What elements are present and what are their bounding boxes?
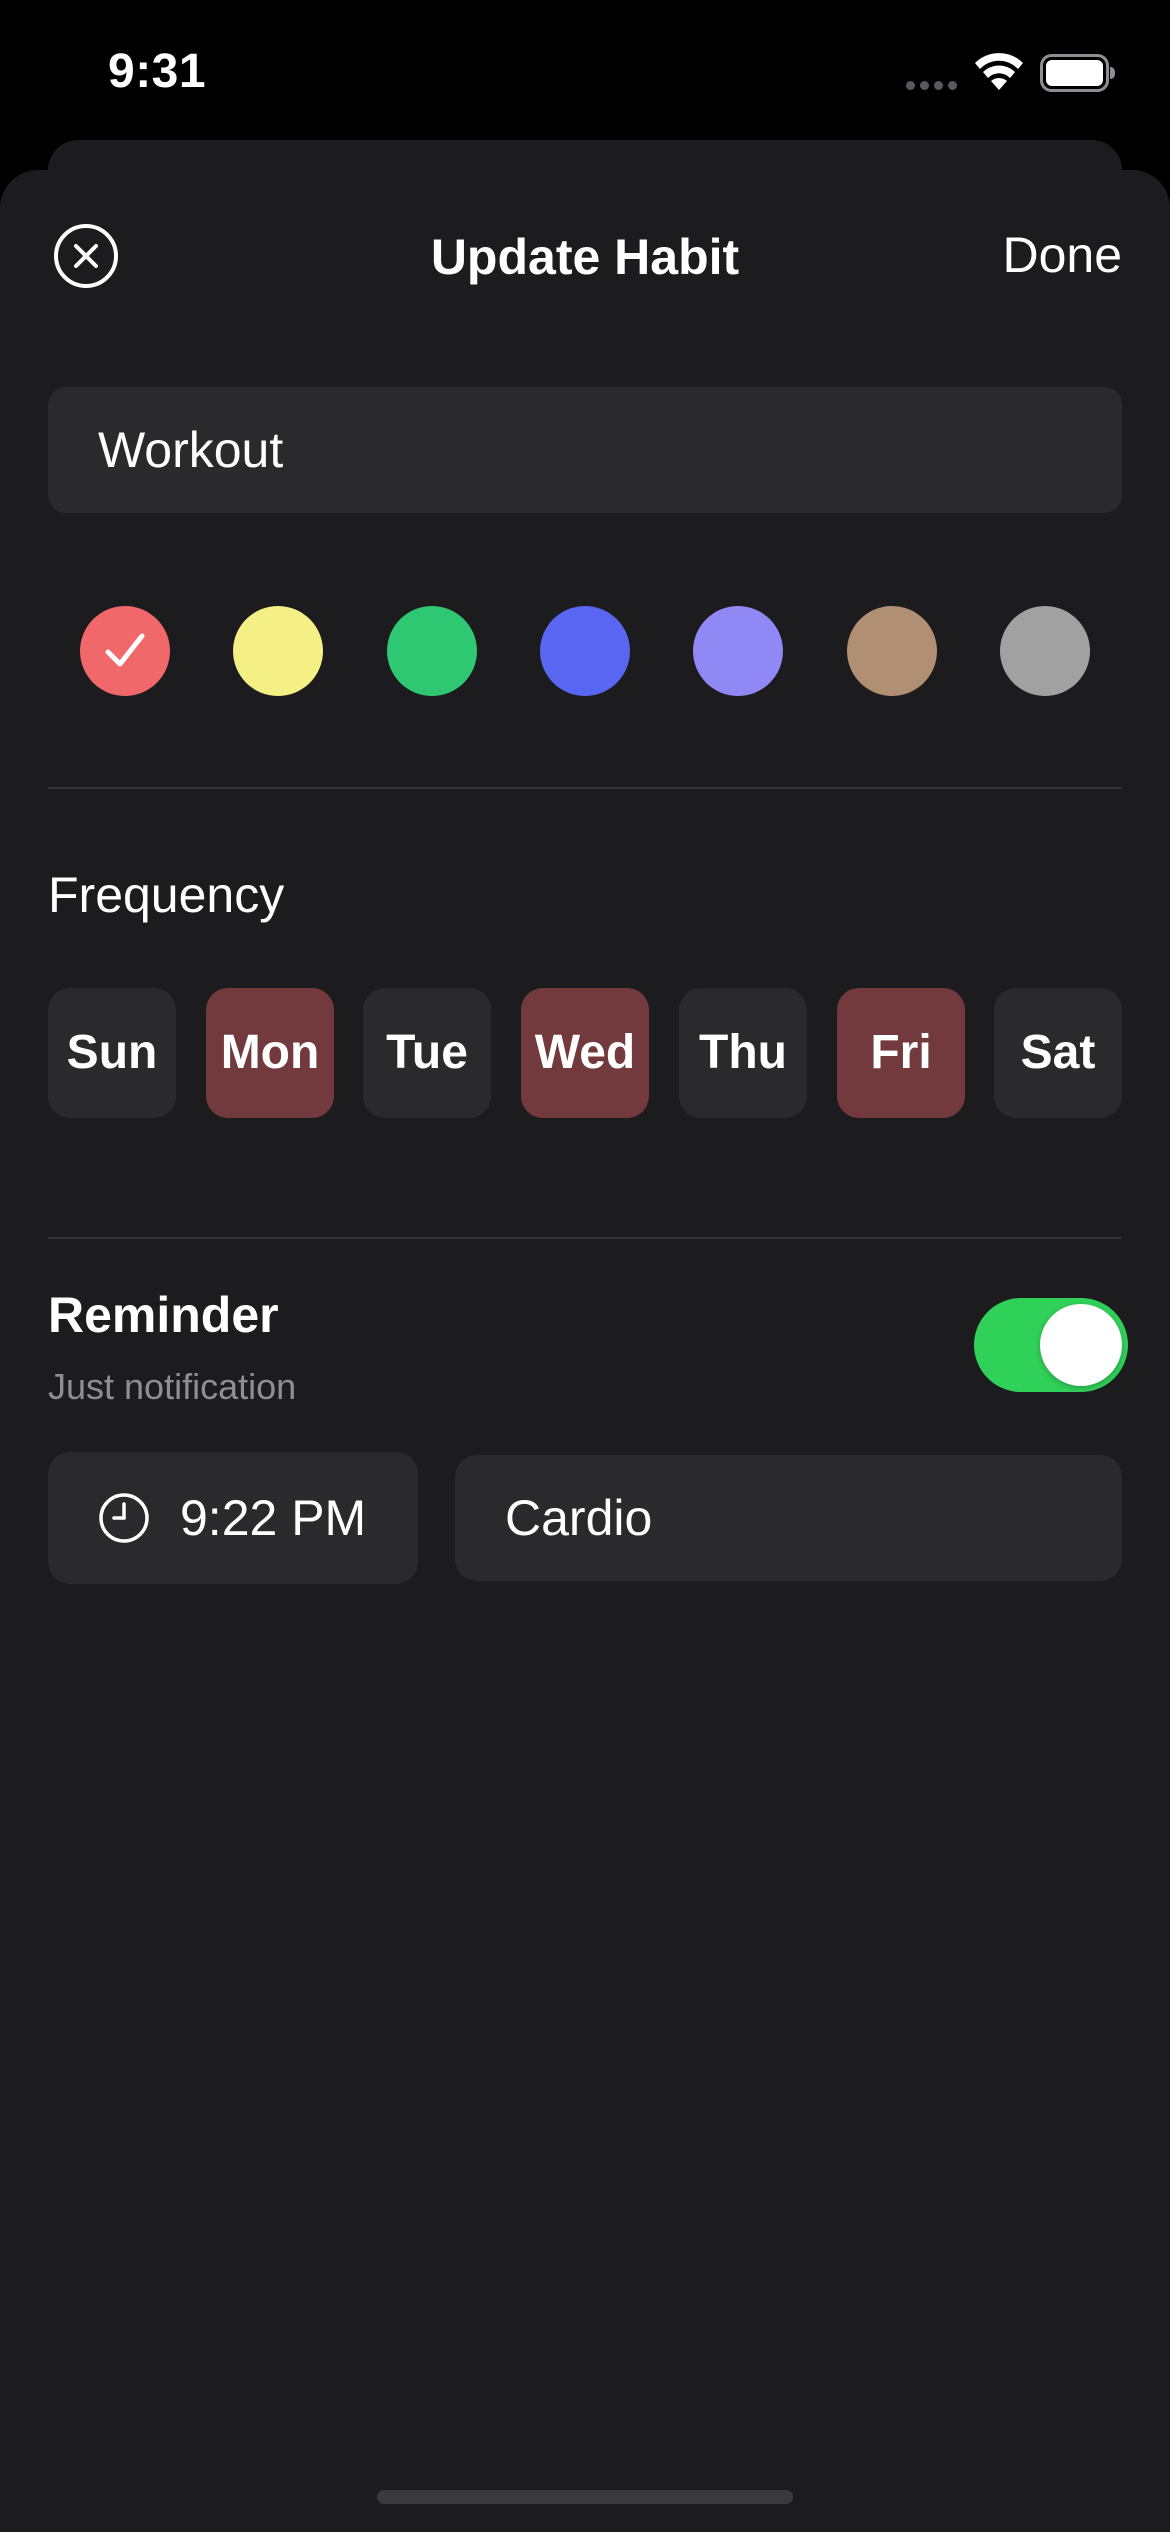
frequency-label: Frequency (48, 867, 285, 923)
reminder-time-button[interactable]: 9:22 PM (48, 1452, 418, 1584)
status-bar: 9:31 (0, 0, 1170, 150)
reminder-time-label: 9:22 PM (180, 1490, 367, 1546)
color-swatch[interactable] (540, 606, 630, 696)
reminder-title: Reminder (48, 1287, 279, 1343)
nav-bar: Update Habit Done (0, 170, 1170, 340)
color-swatch[interactable] (80, 606, 170, 696)
day-chip-thu[interactable]: Thu (679, 988, 807, 1118)
reminder-note-input[interactable]: Cardio (455, 1455, 1122, 1581)
checkmark-icon (105, 633, 145, 667)
toggle-knob (1040, 1304, 1122, 1386)
reminder-subtitle: Just notification (48, 1366, 297, 1407)
day-chip-sat[interactable]: Sat (994, 988, 1122, 1118)
color-swatch[interactable] (693, 606, 783, 696)
divider (48, 787, 1122, 789)
day-chip-tue[interactable]: Tue (363, 988, 491, 1118)
day-chip-fri[interactable]: Fri (837, 988, 965, 1118)
color-swatch[interactable] (387, 606, 477, 696)
home-indicator (377, 2490, 793, 2504)
color-picker (48, 606, 1122, 698)
color-swatch[interactable] (847, 606, 937, 696)
day-chip-mon[interactable]: Mon (206, 988, 334, 1118)
cellular-signal-icon (906, 81, 960, 91)
day-chip-sun[interactable]: Sun (48, 988, 176, 1118)
color-swatch[interactable] (233, 606, 323, 696)
update-habit-sheet: Update Habit Done Workout Frequency Sun M… (0, 170, 1170, 2532)
page-title: Update Habit (430, 229, 740, 285)
battery-icon (1040, 54, 1115, 92)
done-button[interactable]: Done (1002, 226, 1122, 284)
day-chip-wed[interactable]: Wed (521, 988, 649, 1118)
color-swatch[interactable] (1000, 606, 1090, 696)
habit-name-input[interactable]: Workout (48, 387, 1122, 513)
status-time: 9:31 (108, 45, 207, 98)
frequency-days: Sun Mon Tue Wed Thu Fri Sat (48, 988, 1122, 1118)
wifi-icon (975, 53, 1023, 90)
clock-icon (99, 1493, 149, 1543)
reminder-toggle[interactable] (974, 1298, 1128, 1392)
divider (48, 1237, 1122, 1239)
